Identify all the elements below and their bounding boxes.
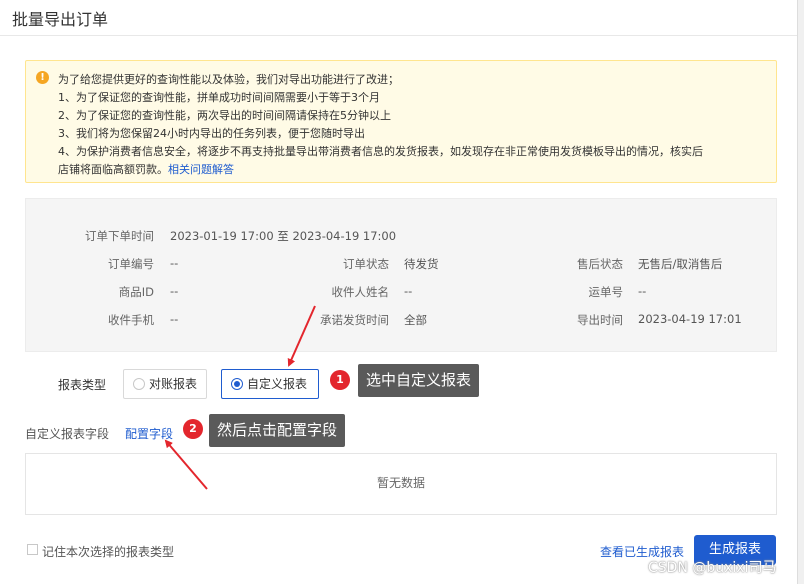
config-fields-link[interactable]: 配置字段 xyxy=(125,425,173,442)
notice-line: 3、我们将为您保留24小时内导出的任务列表，便于您随时导出 xyxy=(58,127,365,140)
export-time-value: 2023-04-19 17:01 xyxy=(638,312,742,326)
waybill-value: -- xyxy=(638,284,647,298)
watermark: CSDN @buxixi司马 xyxy=(648,560,777,576)
dialog-title: 批量导出订单 xyxy=(12,10,109,29)
custom-fields-table: 暂无数据 xyxy=(25,453,777,515)
warning-icon: ! xyxy=(36,71,49,84)
receiver-name-label: 收件人姓名 xyxy=(331,285,390,299)
receiver-phone-label: 收件手机 xyxy=(108,313,154,327)
custom-fields-label: 自定义报表字段 xyxy=(25,427,110,441)
order-status-value: 待发货 xyxy=(404,257,439,271)
notice-line: 为了给您提供更好的查询性能以及体验，我们对导出功能进行了改进； xyxy=(58,73,399,86)
after-sale-label: 售后状态 xyxy=(577,257,623,271)
empty-state-text: 暂无数据 xyxy=(376,476,425,490)
remember-label: 记住本次选择的报表类型 xyxy=(42,545,175,559)
radio-circle-icon xyxy=(133,378,145,390)
order-time-label: 订单下单时间 xyxy=(85,229,154,243)
notice-line-text: 店铺将面临高额罚款。 xyxy=(58,163,168,176)
title-divider xyxy=(0,35,798,36)
notice-line: 1、为了保证您的查询性能，拼单成功时间间隔需要小于等于3个月 xyxy=(58,91,380,104)
report-type-label: 报表类型 xyxy=(58,378,107,392)
step-badge-2: 2 xyxy=(183,419,203,439)
order-status-label: 订单状态 xyxy=(343,257,389,271)
radio-custom-report[interactable]: 自定义报表 xyxy=(221,369,319,399)
receiver-name-value: -- xyxy=(404,284,413,298)
radio-label: 自定义报表 xyxy=(247,377,308,391)
radio-reconciliation-report[interactable]: 对账报表 xyxy=(123,369,207,399)
after-sale-value: 无售后/取消售后 xyxy=(638,257,723,271)
product-id-value: -- xyxy=(170,284,179,298)
annotation-tip-1: 选中自定义报表 xyxy=(358,364,480,397)
order-time-value: 2023-01-19 17:00 至 2023-04-19 17:00 xyxy=(170,229,397,243)
filter-summary: 订单下单时间 2023-01-19 17:00 至 2023-04-19 17:… xyxy=(25,198,777,352)
receiver-phone-value: -- xyxy=(170,312,179,326)
export-orders-dialog: 批量导出订单 ! 为了给您提供更好的查询性能以及体验，我们对导出功能进行了改进；… xyxy=(0,0,804,584)
notice-line: 4、为保护消费者信息安全，将逐步不再支持批量导出带消费者信息的发货报表，如发现存… xyxy=(58,145,703,158)
export-time-label: 导出时间 xyxy=(577,313,623,327)
waybill-label: 运单号 xyxy=(588,285,624,299)
promise-time-label: 承诺发货时间 xyxy=(320,313,389,327)
notice-panel: ! 为了给您提供更好的查询性能以及体验，我们对导出功能进行了改进； 1、为了保证… xyxy=(25,60,777,183)
scrollbar[interactable] xyxy=(797,0,804,584)
radio-label: 对账报表 xyxy=(149,377,198,391)
order-no-value: -- xyxy=(170,256,179,270)
radio-checked-icon xyxy=(231,378,243,390)
promise-time-value: 全部 xyxy=(404,313,427,327)
order-no-label: 订单编号 xyxy=(108,257,154,271)
notice-line: 2、为了保证您的查询性能，两次导出的时间间隔请保持在5分钟以上 xyxy=(58,109,391,122)
notice-line-last: 店铺将面临高额罚款。相关问题解答 xyxy=(58,161,234,177)
step-badge-1: 1 xyxy=(330,370,350,390)
faq-link[interactable]: 相关问题解答 xyxy=(168,163,234,176)
product-id-label: 商品ID xyxy=(118,285,154,299)
annotation-tip-2: 然后点击配置字段 xyxy=(209,414,346,447)
remember-checkbox[interactable] xyxy=(27,544,38,555)
